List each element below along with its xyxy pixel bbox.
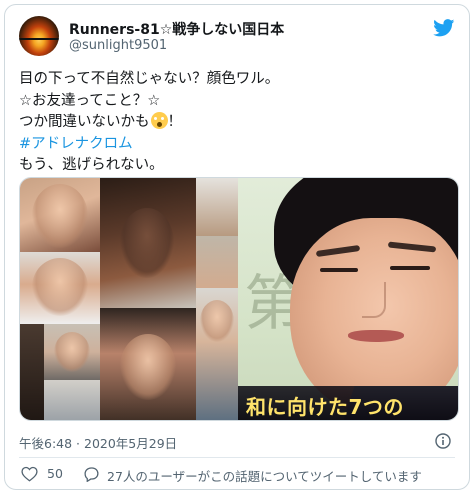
collage-photo bbox=[20, 178, 100, 252]
tweet-media[interactable]: 第 和に向けた7つの bbox=[19, 177, 459, 421]
tweet-text: 目の下って不自然じゃない？顔色ワル。 ☆お友達ってこと？☆ つか間違いないかも ！… bbox=[19, 69, 459, 177]
tweet-header: Runners-81☆戦争しない国日本 @sunlight9501 bbox=[19, 15, 457, 61]
video-caption-bar: 和に向けた7つの bbox=[238, 386, 458, 420]
like-count[interactable]: 50 bbox=[47, 466, 63, 481]
nose-shape bbox=[362, 282, 386, 318]
collage-photo bbox=[44, 380, 100, 420]
mouth-shape bbox=[348, 330, 404, 342]
tweet-text-segment: つか間違いないかも bbox=[19, 114, 150, 130]
info-icon[interactable] bbox=[435, 433, 451, 449]
discussion-link[interactable]: 27人のユーザーがこの話題についてツイートしています bbox=[107, 466, 422, 485]
hashtag-link[interactable]: #アドレナクロム bbox=[19, 134, 459, 156]
tweet-actions: 50 27人のユーザーがこの話題についてツイートしています bbox=[19, 465, 459, 485]
heart-icon[interactable] bbox=[21, 466, 38, 482]
collage-photo bbox=[196, 236, 238, 288]
tweet-text-line: ☆お友達ってこと？☆ bbox=[19, 92, 161, 109]
eye-shape bbox=[390, 266, 430, 270]
tweet-text-line: つか間違いないかも ！ bbox=[19, 112, 459, 134]
avatar[interactable] bbox=[19, 16, 59, 56]
collage-photo bbox=[20, 324, 44, 420]
collage-photo bbox=[100, 308, 196, 420]
video-caption-text: 和に向けた7つの bbox=[246, 395, 404, 419]
author-handle[interactable]: @sunlight9501 bbox=[69, 38, 167, 53]
collage-photo bbox=[44, 324, 100, 380]
tweet-text-line: 目の下って不自然じゃない？顔色ワル。 bbox=[19, 71, 280, 87]
tweet-timestamp[interactable]: 午後6:48 · 2020年5月29日 bbox=[19, 433, 177, 452]
tweet-text-segment: ！ bbox=[167, 114, 183, 130]
author-display-name[interactable]: Runners-81☆戦争しない国日本 bbox=[69, 19, 284, 39]
speech-bubble-icon[interactable] bbox=[83, 466, 100, 482]
photo-collage[interactable] bbox=[20, 178, 238, 420]
collage-photo bbox=[100, 178, 196, 308]
face-screaming-icon bbox=[150, 112, 168, 129]
twitter-bird-icon[interactable] bbox=[433, 19, 455, 37]
collage-photo bbox=[20, 252, 100, 324]
portrait-photo[interactable]: 第 和に向けた7つの bbox=[238, 178, 458, 420]
tweet-text-line: もう、逃げられない。 bbox=[19, 157, 164, 173]
collage-photo bbox=[196, 288, 238, 420]
divider bbox=[19, 457, 455, 458]
eye-shape bbox=[320, 268, 358, 272]
tweet-card[interactable]: Runners-81☆戦争しない国日本 @sunlight9501 目の下って不… bbox=[4, 4, 470, 490]
collage-photo bbox=[196, 178, 238, 236]
